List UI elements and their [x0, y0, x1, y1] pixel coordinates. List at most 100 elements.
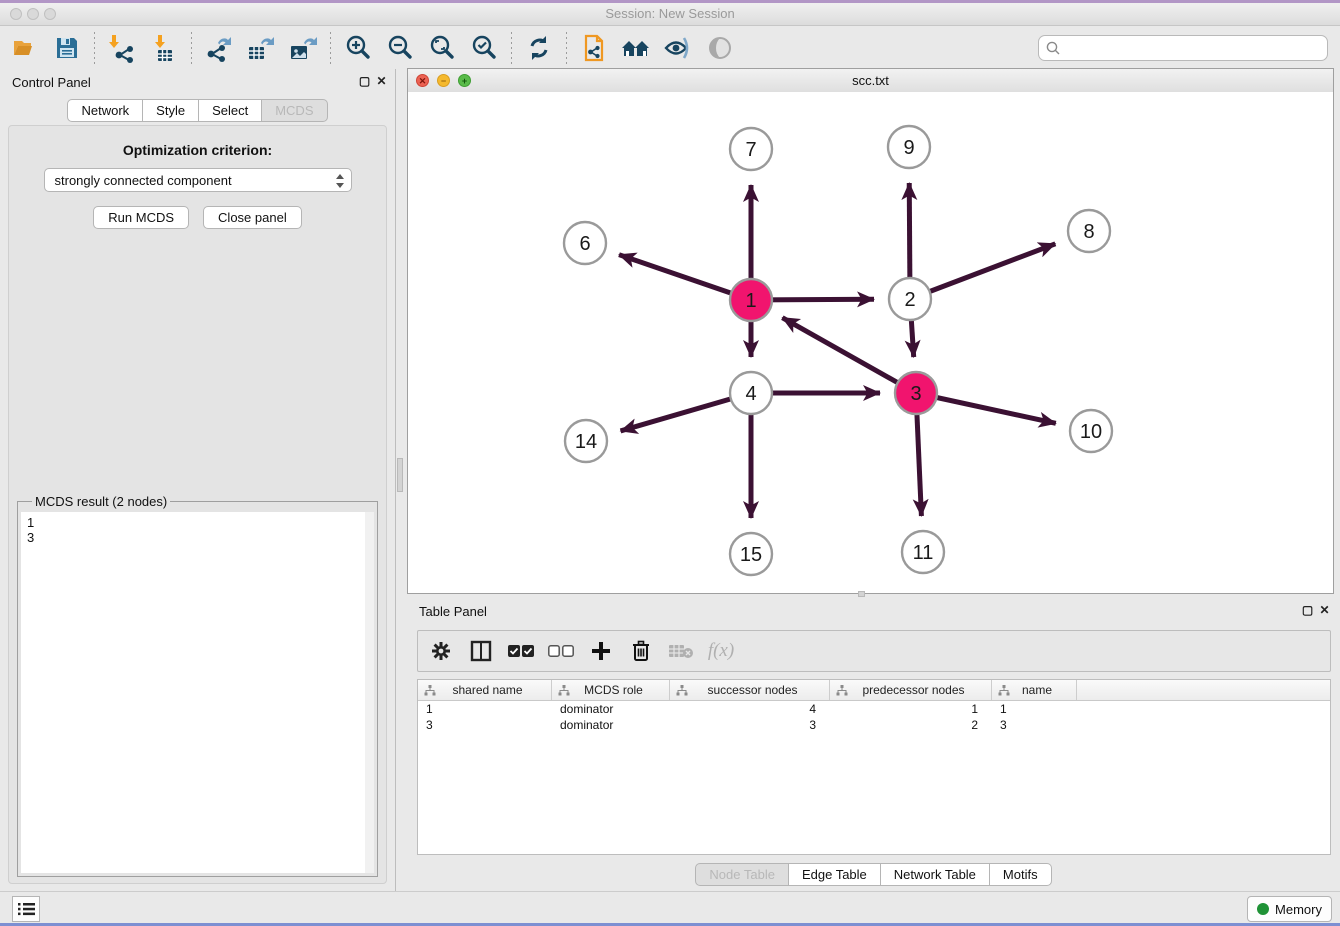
- splitter-handle[interactable]: [397, 458, 403, 492]
- toolbar-separator: [511, 32, 512, 64]
- mcds-result-title: MCDS result (2 nodes): [32, 494, 170, 509]
- close-panel-icon[interactable]: ✕: [375, 75, 388, 88]
- close-table-panel-icon[interactable]: ✕: [1318, 604, 1331, 617]
- home-icon[interactable]: [619, 31, 653, 65]
- graph-node-2[interactable]: 2: [889, 278, 931, 320]
- clone-network-icon[interactable]: [577, 31, 611, 65]
- mcds-result-group: MCDS result (2 nodes) 1 3: [17, 494, 378, 877]
- table-cell: 3: [418, 717, 552, 733]
- save-session-icon[interactable]: [50, 31, 84, 65]
- graph-node-15[interactable]: 15: [730, 533, 772, 575]
- svg-text:8: 8: [1083, 221, 1094, 243]
- control-panel-header: Control Panel ▢ ✕: [0, 69, 395, 95]
- table-cell: 1: [992, 701, 1077, 717]
- search-input[interactable]: [1061, 39, 1321, 56]
- graph-node-3[interactable]: 3: [895, 372, 937, 414]
- delete-column-icon[interactable]: [628, 638, 654, 664]
- graph-node-6[interactable]: 6: [564, 222, 606, 264]
- memory-button-label: Memory: [1275, 902, 1322, 917]
- criterion-dropdown-value: strongly connected component: [55, 173, 232, 188]
- table-panel-title: Table Panel: [419, 604, 487, 619]
- search-box[interactable]: [1038, 35, 1328, 61]
- float-table-panel-icon[interactable]: ▢: [1301, 604, 1314, 617]
- tab-mcds[interactable]: MCDS: [262, 99, 327, 122]
- network-window: ✕ − + scc.txt 7 9 6 8 1 2 4 3 14 10 15 11: [407, 68, 1334, 594]
- svg-text:4: 4: [745, 383, 756, 405]
- open-file-icon[interactable]: [8, 31, 42, 65]
- search-icon: [1045, 40, 1061, 56]
- export-table-icon[interactable]: [244, 31, 278, 65]
- control-panel-title: Control Panel: [12, 75, 91, 90]
- tab-select[interactable]: Select: [199, 99, 262, 122]
- main-toolbar: [0, 26, 1340, 69]
- import-network-icon[interactable]: [105, 31, 139, 65]
- status-menu-button[interactable]: [12, 896, 40, 922]
- column-header-predecessor-nodes[interactable]: predecessor nodes: [830, 680, 992, 700]
- result-scrollbar[interactable]: [365, 512, 374, 873]
- export-network-icon[interactable]: [202, 31, 236, 65]
- table-cell: 3: [992, 717, 1077, 733]
- column-header-successor-nodes[interactable]: successor nodes: [670, 680, 830, 700]
- tab-network[interactable]: Network: [67, 99, 143, 122]
- network-window-title: scc.txt: [408, 73, 1333, 88]
- svg-text:14: 14: [575, 431, 597, 453]
- table-cell: 1: [418, 701, 552, 717]
- graph-node-14[interactable]: 14: [565, 420, 607, 462]
- graph-edge-3-1[interactable]: [782, 318, 916, 393]
- svg-text:7: 7: [745, 139, 756, 161]
- graph-node-9[interactable]: 9: [888, 126, 930, 168]
- zoom-selected-icon[interactable]: [467, 31, 501, 65]
- column-header-MCDS-role[interactable]: MCDS role: [552, 680, 670, 700]
- float-panel-icon[interactable]: ▢: [358, 75, 371, 88]
- toolbar-separator: [566, 32, 567, 64]
- close-panel-button[interactable]: Close panel: [203, 206, 302, 229]
- hide-details-eye-icon[interactable]: [661, 31, 695, 65]
- run-mcds-button[interactable]: Run MCDS: [93, 206, 189, 229]
- network-canvas[interactable]: 7 9 6 8 1 2 4 3 14 10 15 11: [408, 92, 1333, 593]
- control-panel-tabs: Network Style Select MCDS: [0, 99, 395, 122]
- graph-node-7[interactable]: 7: [730, 128, 772, 170]
- graph-node-10[interactable]: 10: [1070, 410, 1112, 452]
- column-header-shared-name[interactable]: shared name: [418, 680, 552, 700]
- mcds-result-text[interactable]: 1 3: [21, 512, 374, 873]
- svg-text:1: 1: [745, 290, 756, 312]
- mcds-panel-body: Optimization criterion: strongly connect…: [8, 125, 387, 884]
- zoom-in-icon[interactable]: [341, 31, 375, 65]
- zoom-fit-icon[interactable]: [425, 31, 459, 65]
- network-window-titlebar[interactable]: ✕ − + scc.txt: [408, 69, 1333, 93]
- settings-gear-icon[interactable]: [428, 638, 454, 664]
- graph-edge-2-8[interactable]: [910, 244, 1055, 299]
- application-window: Session: New Session: [0, 0, 1340, 926]
- window-resize-handle[interactable]: [858, 591, 865, 597]
- tab-style[interactable]: Style: [143, 99, 199, 122]
- tab-edge-table[interactable]: Edge Table: [789, 863, 881, 886]
- select-all-icon[interactable]: [508, 638, 534, 664]
- tab-network-table[interactable]: Network Table: [881, 863, 990, 886]
- table-row[interactable]: 1dominator411: [418, 701, 1330, 717]
- import-table-icon[interactable]: [147, 31, 181, 65]
- tab-motifs[interactable]: Motifs: [990, 863, 1052, 886]
- add-column-icon[interactable]: [588, 638, 614, 664]
- graph-node-1[interactable]: 1: [730, 279, 772, 321]
- graph-node-8[interactable]: 8: [1068, 210, 1110, 252]
- deselect-all-icon[interactable]: [548, 638, 574, 664]
- criterion-dropdown[interactable]: strongly connected component: [44, 168, 352, 192]
- refresh-icon[interactable]: [522, 31, 556, 65]
- export-image-icon[interactable]: [286, 31, 320, 65]
- svg-text:10: 10: [1080, 421, 1102, 443]
- memory-status-icon: [1257, 903, 1269, 915]
- column-layout-icon[interactable]: [468, 638, 494, 664]
- table-panel: Table Panel ▢ ✕: [407, 598, 1340, 892]
- graph-node-4[interactable]: 4: [730, 372, 772, 414]
- tab-node-table[interactable]: Node Table: [695, 863, 789, 886]
- column-header-name[interactable]: name: [992, 680, 1077, 700]
- memory-button[interactable]: Memory: [1247, 896, 1332, 922]
- list-menu-icon: [18, 902, 35, 916]
- graph-node-11[interactable]: 11: [902, 531, 944, 573]
- table-body: 1dominator4113dominator323: [418, 701, 1330, 733]
- svg-text:3: 3: [910, 383, 921, 405]
- birdseye-lens-icon[interactable]: [703, 31, 737, 65]
- zoom-out-icon[interactable]: [383, 31, 417, 65]
- table-row[interactable]: 3dominator323: [418, 717, 1330, 733]
- table-cell: dominator: [552, 701, 670, 717]
